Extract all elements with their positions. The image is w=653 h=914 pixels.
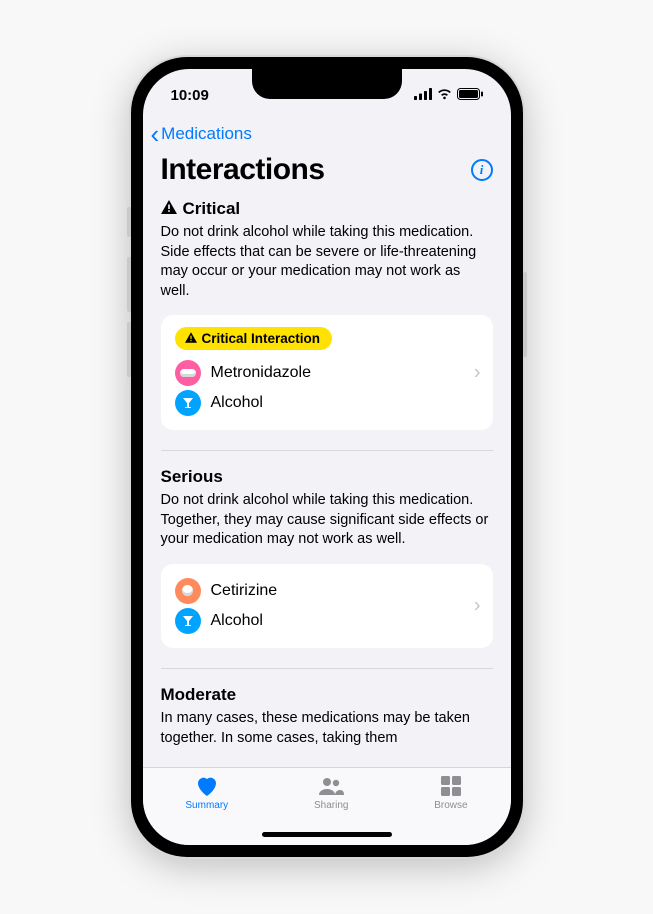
medication-name: Metronidazole bbox=[211, 364, 312, 382]
page-title: Interactions bbox=[161, 153, 325, 187]
medication-row: Metronidazole bbox=[175, 358, 483, 388]
section-serious-header: Serious bbox=[161, 467, 493, 487]
medication-pill-icon bbox=[175, 360, 201, 386]
tab-label: Sharing bbox=[314, 800, 348, 811]
heart-icon bbox=[195, 774, 219, 798]
tab-label: Browse bbox=[434, 800, 467, 811]
home-indicator[interactable] bbox=[262, 832, 392, 837]
warning-triangle-icon bbox=[185, 331, 197, 346]
section-critical-header: Critical bbox=[161, 199, 493, 219]
screen: 10:09 ‹ Medications Interaction bbox=[143, 69, 511, 845]
section-serious-desc: Do not drink alcohol while taking this m… bbox=[161, 491, 493, 550]
divider bbox=[161, 450, 493, 451]
back-label: Medications bbox=[161, 124, 252, 144]
status-time: 10:09 bbox=[171, 87, 209, 104]
tab-label: Summary bbox=[185, 800, 228, 811]
section-critical-label: Critical bbox=[183, 199, 241, 219]
chevron-right-icon: › bbox=[474, 594, 481, 617]
section-moderate-label: Moderate bbox=[161, 685, 237, 705]
phone-frame: 10:09 ‹ Medications Interaction bbox=[131, 57, 523, 857]
side-button-volume-up bbox=[127, 257, 131, 312]
side-button-power bbox=[523, 272, 527, 357]
section-moderate-header: Moderate bbox=[161, 685, 493, 705]
warning-triangle-icon bbox=[161, 199, 177, 219]
section-critical-desc: Do not drink alcohol while taking this m… bbox=[161, 223, 493, 301]
medication-name: Alcohol bbox=[211, 394, 263, 412]
medication-name: Cetirizine bbox=[211, 582, 278, 600]
wifi-icon bbox=[436, 87, 453, 104]
tab-bar: Summary Sharing Browse bbox=[143, 767, 511, 845]
content-scroll[interactable]: Critical Do not drink alcohol while taki… bbox=[143, 197, 511, 767]
section-serious-label: Serious bbox=[161, 467, 223, 487]
critical-badge: Critical Interaction bbox=[175, 327, 333, 350]
chevron-right-icon: › bbox=[474, 361, 481, 384]
medication-row: Alcohol bbox=[175, 606, 483, 636]
medication-pill-icon bbox=[175, 578, 201, 604]
critical-badge-label: Critical Interaction bbox=[202, 331, 321, 346]
interaction-card-critical[interactable]: Critical Interaction Metronidazole Alcoh… bbox=[161, 315, 493, 430]
notch bbox=[252, 69, 402, 99]
tab-browse[interactable]: Browse bbox=[434, 774, 467, 845]
back-button[interactable]: ‹ Medications bbox=[151, 121, 252, 147]
grid-icon bbox=[441, 774, 461, 798]
side-button-volume-down bbox=[127, 322, 131, 377]
section-moderate-desc: In many cases, these medications may be … bbox=[161, 709, 493, 748]
alcohol-glass-icon bbox=[175, 608, 201, 634]
title-row: Interactions i bbox=[143, 153, 511, 197]
chevron-left-icon: ‹ bbox=[151, 121, 160, 147]
people-icon bbox=[317, 774, 345, 798]
tab-summary[interactable]: Summary bbox=[185, 774, 228, 845]
divider bbox=[161, 668, 493, 669]
info-button[interactable]: i bbox=[471, 159, 493, 181]
alcohol-glass-icon bbox=[175, 390, 201, 416]
medication-row: Cetirizine bbox=[175, 576, 483, 606]
battery-icon bbox=[457, 87, 483, 104]
interaction-card-serious[interactable]: Cetirizine Alcohol › bbox=[161, 564, 493, 648]
cellular-icon bbox=[414, 87, 432, 104]
medication-row: Alcohol bbox=[175, 388, 483, 418]
side-button-silence bbox=[127, 207, 131, 237]
nav-bar: ‹ Medications bbox=[143, 117, 511, 153]
medication-name: Alcohol bbox=[211, 612, 263, 630]
